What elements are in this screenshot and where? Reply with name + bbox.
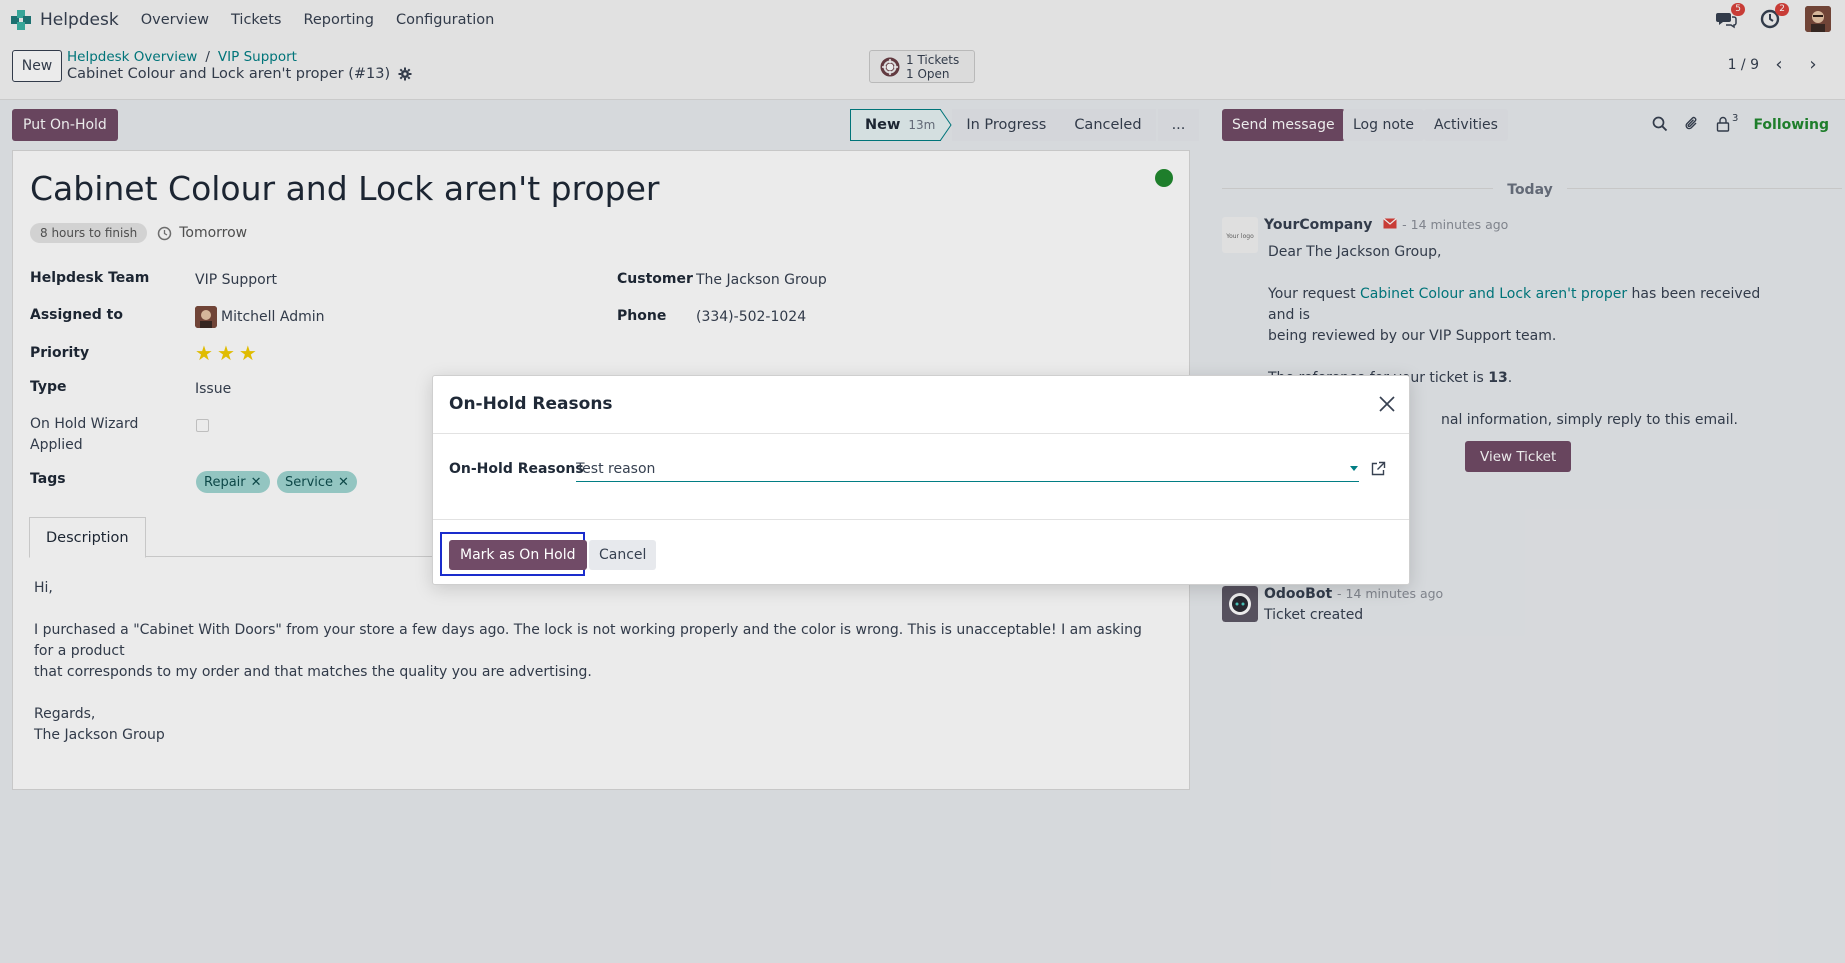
- external-link-icon[interactable]: [1370, 461, 1386, 477]
- cancel-button[interactable]: Cancel: [589, 540, 657, 570]
- close-icon[interactable]: [1377, 394, 1397, 414]
- caret-down-icon[interactable]: [1350, 466, 1358, 471]
- mark-as-on-hold-button[interactable]: Mark as On Hold: [449, 540, 587, 570]
- dialog-body: On-Hold Reasons: [433, 434, 1409, 520]
- dialog-title: On-Hold Reasons: [449, 394, 613, 414]
- on-hold-reasons-label: On-Hold Reasons: [449, 461, 584, 477]
- on-hold-reasons-input[interactable]: [576, 456, 1359, 482]
- dialog-header: On-Hold Reasons: [433, 376, 1409, 434]
- on-hold-reasons-dialog: On-Hold Reasons On-Hold Reasons Mark as …: [432, 375, 1410, 585]
